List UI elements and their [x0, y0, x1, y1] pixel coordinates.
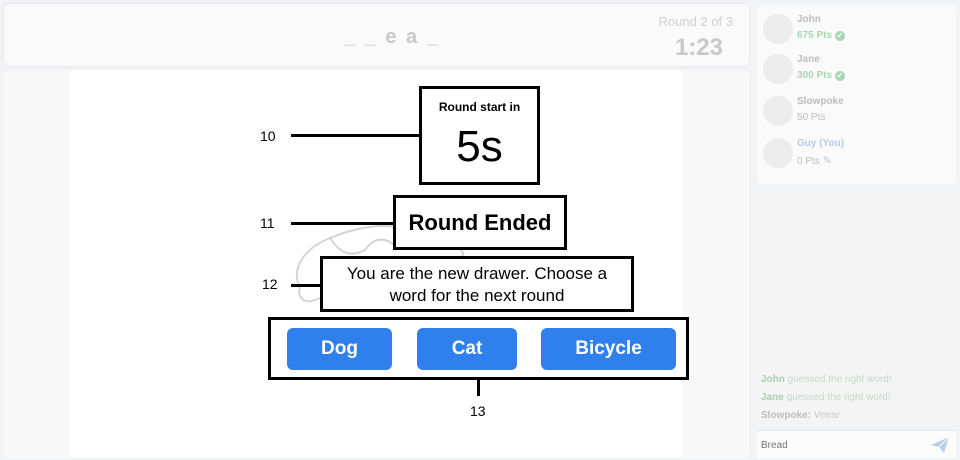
callout-line — [477, 380, 480, 396]
word-choices: Dog Cat Bicycle — [268, 317, 689, 380]
countdown-value: 5s — [456, 122, 503, 171]
drawer-message: You are the new drawer. Choose a word fo… — [346, 264, 608, 305]
player-row: John 675 Pts ✓ — [757, 10, 956, 50]
player-points: 675 Pts ✓ — [797, 30, 846, 41]
drawer-message-box: You are the new drawer. Choose a word fo… — [320, 256, 634, 312]
round-ended-title: Round Ended — [408, 210, 552, 235]
player-name: Jane — [797, 54, 820, 65]
check-icon: ✓ — [835, 31, 846, 41]
callout-number: 10 — [260, 128, 276, 144]
avatar — [763, 138, 793, 168]
word-choice-dog-button[interactable]: Dog — [287, 328, 392, 370]
callout-line — [291, 134, 419, 137]
round-timer: 1:23 — [674, 34, 723, 61]
round-ended-banner: Round Ended — [393, 195, 567, 250]
callout-number: 11 — [260, 215, 275, 231]
chat-input-bar — [757, 430, 956, 458]
send-icon[interactable] — [930, 436, 950, 454]
callout-line — [291, 222, 393, 225]
avatar — [763, 54, 793, 84]
avatar — [763, 14, 793, 44]
round-start-countdown: Round start in 5s — [419, 86, 540, 185]
player-points: 50 Pts — [797, 112, 826, 123]
word-choice-bicycle-button[interactable]: Bicycle — [541, 328, 676, 370]
game-header: _ _ e a _ Round 2 of 3 1:23 — [4, 4, 749, 66]
round-indicator: Round 2 of 3 — [658, 14, 733, 29]
chat-message: John guessed the right word! — [761, 374, 892, 385]
word-choice-cat-button[interactable]: Cat — [417, 328, 517, 370]
callout-number: 12 — [262, 276, 278, 292]
player-points: 300 Pts ✓ — [797, 70, 846, 81]
chat-message: Jane guessed the right word! — [761, 392, 891, 403]
pencil-icon: ✎ — [822, 155, 833, 167]
check-icon: ✓ — [835, 71, 846, 81]
player-name: Slowpoke — [797, 96, 844, 107]
avatar — [763, 96, 793, 126]
player-row: Slowpoke 50 Pts — [757, 92, 956, 132]
player-row: Guy (You) 0 Pts ✎ — [757, 134, 956, 174]
player-name: John — [797, 14, 821, 25]
callout-number: 13 — [470, 403, 486, 419]
callout-line — [291, 284, 320, 287]
chat-panel: John guessed the right word! Jane guesse… — [757, 190, 956, 426]
player-row: Jane 300 Pts ✓ — [757, 50, 956, 90]
players-panel: John 675 Pts ✓ Jane 300 Pts ✓ Slowpoke 50 … — [757, 4, 956, 184]
word-hint: _ _ e a _ — [344, 26, 440, 48]
chat-message: Slowpoke: Veear — [761, 410, 840, 421]
player-points: 0 Pts ✎ — [797, 155, 833, 167]
chat-input[interactable] — [761, 437, 921, 453]
countdown-label: Round start in — [438, 100, 521, 114]
player-name: Guy (You) — [797, 138, 845, 149]
